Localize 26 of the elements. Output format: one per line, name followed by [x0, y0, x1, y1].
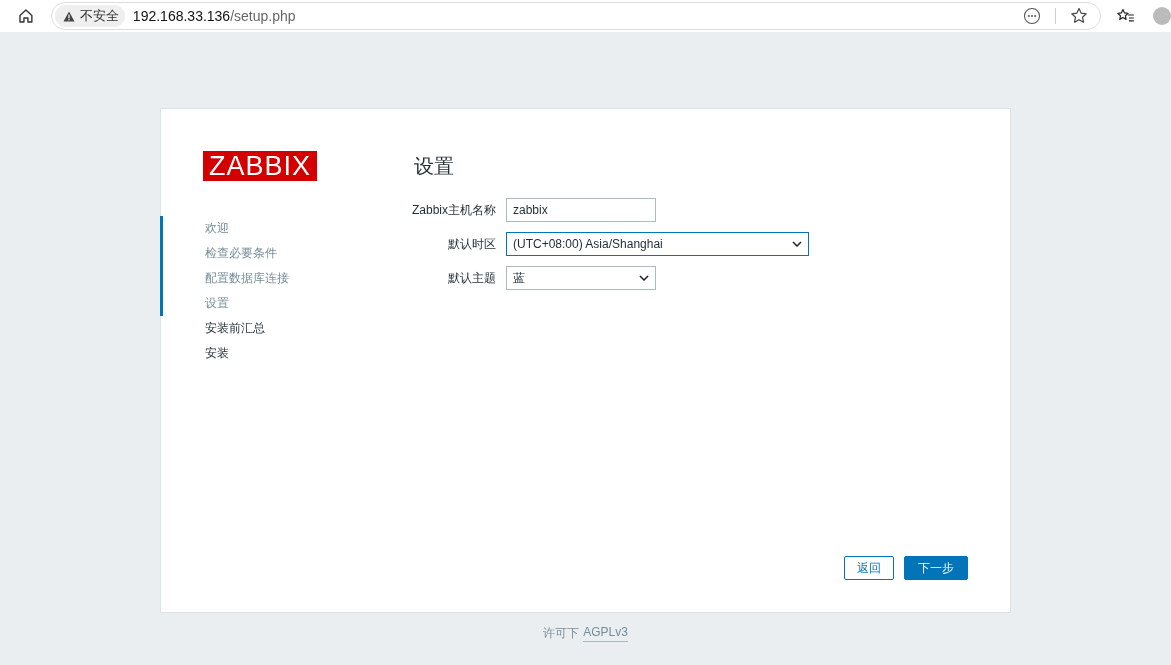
field-label: 默认时区	[447, 235, 496, 253]
chevron-down-icon	[792, 241, 802, 247]
step-item: 设置	[160, 291, 414, 316]
warning-icon	[62, 10, 75, 22]
field-label: 默认主题	[447, 269, 496, 287]
page-title: 设置	[414, 154, 455, 179]
step-item: 配置数据库连接	[160, 266, 414, 291]
step-item: 检查必要条件	[160, 241, 414, 266]
select-field[interactable]: 蓝	[506, 266, 656, 290]
zabbix-logo: ZABBIX	[203, 151, 317, 181]
home-icon[interactable]	[18, 8, 34, 24]
field-label: Zabbix主机名称	[412, 201, 496, 219]
favorites-icon[interactable]	[1117, 8, 1135, 24]
step-item: 安装前汇总	[204, 320, 266, 337]
more-icon[interactable]	[1023, 7, 1042, 25]
license-text: 许可下	[543, 625, 580, 642]
hostname-field[interactable]: zabbix	[506, 198, 656, 222]
next-button[interactable]: 下一步	[904, 556, 968, 580]
step-item: 安装	[204, 345, 230, 362]
back-button[interactable]: 返回	[844, 556, 894, 580]
step-item: 欢迎	[160, 216, 414, 241]
security-chip[interactable]: 不安全	[54, 5, 125, 27]
select-field[interactable]: (UTC+08:00) Asia/Shanghai	[506, 232, 809, 256]
chevron-down-icon	[639, 275, 649, 281]
star-icon[interactable]	[1070, 7, 1089, 25]
url-text: 192.168.33.136/setup.php	[132, 8, 296, 24]
